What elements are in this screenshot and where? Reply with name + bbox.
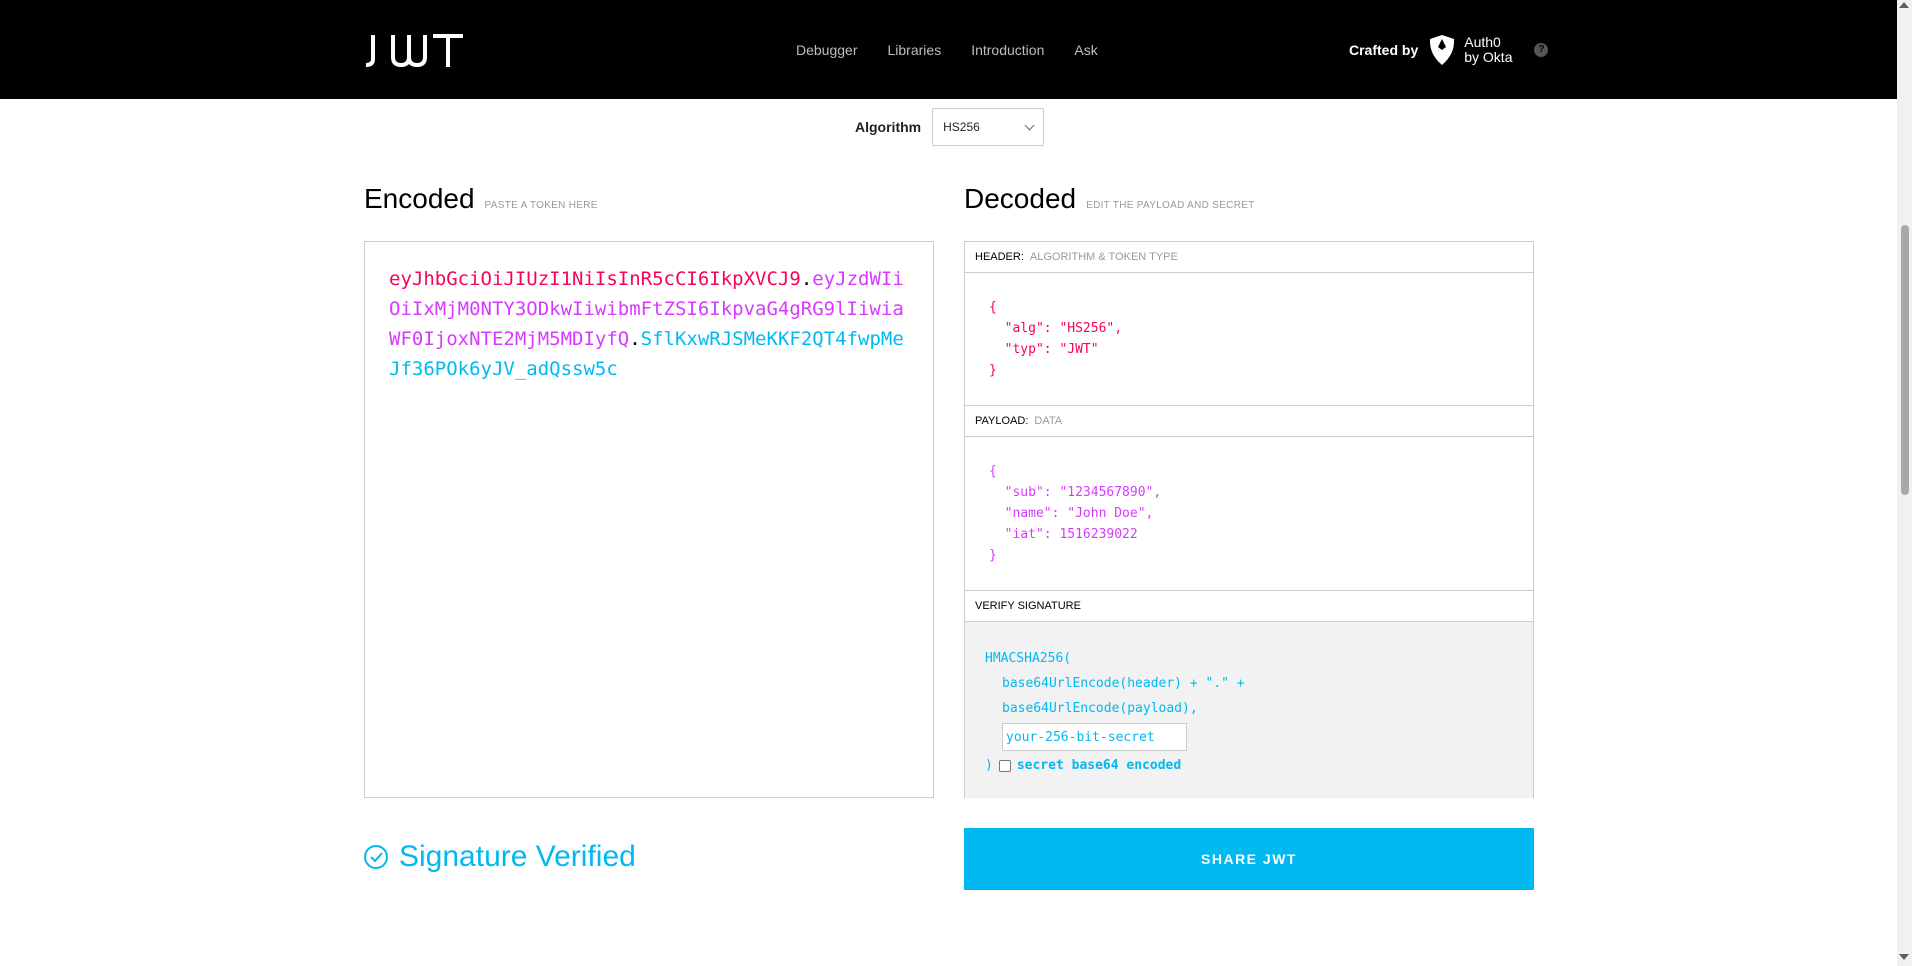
encoded-hint: PASTE A TOKEN HERE [484, 200, 598, 211]
share-jwt-button[interactable]: SHARE JWT [964, 828, 1534, 890]
encoded-heading: Encoded PASTE A TOKEN HERE [364, 183, 598, 215]
algorithm-selector: Algorithm HS256 [855, 108, 1045, 146]
auth0-brand-text: Auth0 by Okta [1464, 33, 1513, 65]
check-circle-icon [364, 845, 388, 869]
algorithm-dropdown[interactable]: HS256 [932, 108, 1045, 146]
decoded-hint: EDIT THE PAYLOAD AND SECRET [1086, 200, 1255, 211]
brand-line-1: Auth0 [1464, 33, 1501, 50]
token-header-part: eyJhbGciOiJIUzI1NiIsInR5cCI6IkpXVCJ9 [389, 268, 801, 290]
nav-introduction[interactable]: Introduction [971, 42, 1044, 58]
json-line: "sub": "1234567890", [989, 485, 1162, 500]
encoded-title: Encoded [364, 183, 475, 214]
json-line: { [989, 300, 997, 315]
jwt-logo-icon [365, 34, 463, 67]
scroll-up-arrow-icon[interactable] [1899, 2, 1909, 8]
signature-section-title: VERIFY SIGNATURE [965, 591, 1533, 622]
crafted-by: Crafted by Auth0 by Okta ? [1349, 0, 1549, 99]
algorithm-selected-value: HS256 [943, 120, 980, 134]
signature-verified-text: Signature Verified [399, 840, 636, 873]
payload-json-editor[interactable]: { "sub": "1234567890", "name": "John Doe… [965, 437, 1533, 591]
signature-line-2: base64UrlEncode(header) + "." + [1002, 676, 1245, 691]
token-dot: . [629, 328, 641, 350]
json-line: "typ": "JWT" [989, 342, 1099, 357]
algorithm-label: Algorithm [855, 119, 922, 135]
decoded-heading: Decoded EDIT THE PAYLOAD AND SECRET [964, 183, 1255, 215]
signature-line-1: HMACSHA256( [985, 651, 1072, 666]
signature-line-3: base64UrlEncode(payload), [1002, 701, 1198, 716]
crafted-by-label: Crafted by [1349, 41, 1419, 58]
signature-verified-status: Signature Verified [363, 840, 636, 874]
base64-encoded-label[interactable]: secret base64 encoded [1017, 753, 1181, 778]
token-dot: . [800, 268, 813, 290]
scroll-down-arrow-icon[interactable] [1899, 954, 1909, 960]
json-line: } [989, 363, 997, 378]
header-json-editor[interactable]: { "alg": "HS256", "typ": "JWT" } [965, 273, 1533, 406]
header-section-label: HEADER: [975, 251, 1024, 263]
payload-section-label: PAYLOAD: [975, 415, 1029, 427]
main-nav: Debugger Libraries Introduction Ask [796, 0, 1098, 99]
chevron-down-icon [1024, 120, 1035, 130]
decoded-title: Decoded [964, 183, 1077, 214]
secret-input[interactable]: your-256-bit-secret [1002, 723, 1187, 751]
top-navbar: Debugger Libraries Introduction Ask Craf… [0, 0, 1897, 99]
nav-ask[interactable]: Ask [1074, 42, 1097, 58]
json-line: "alg": "HS256", [989, 321, 1123, 336]
signature-closing-row: ) secret base64 encoded [985, 753, 1513, 778]
payload-section-title: PAYLOAD: DATA [965, 406, 1533, 437]
help-icon[interactable]: ? [1534, 42, 1549, 57]
base64-encoded-checkbox[interactable] [998, 759, 1011, 772]
json-line: } [989, 548, 997, 563]
encoded-token-editor[interactable]: eyJhbGciOiJIUzI1NiIsInR5cCI6IkpXVCJ9.eyJ… [364, 241, 934, 798]
auth0-link[interactable]: Auth0 by Okta [1428, 34, 1512, 66]
header-section-sublabel: ALGORITHM & TOKEN TYPE [1029, 251, 1178, 263]
verify-signature-block: HMACSHA256( base64UrlEncode(header) + ".… [965, 622, 1533, 798]
json-line: "iat": 1516239022 [989, 527, 1138, 542]
json-line: "name": "John Doe", [989, 506, 1154, 521]
jwt-logo[interactable] [363, 33, 465, 67]
nav-libraries[interactable]: Libraries [888, 42, 942, 58]
json-line: { [989, 464, 997, 479]
scrollbar-thumb[interactable] [1901, 225, 1909, 495]
signature-section-label: VERIFY SIGNATURE [975, 600, 1081, 612]
header-section-title: HEADER: ALGORITHM & TOKEN TYPE [965, 242, 1533, 273]
brand-line-2: by Okta [1464, 48, 1513, 65]
payload-section-sublabel: DATA [1034, 415, 1063, 427]
nav-debugger[interactable]: Debugger [796, 42, 858, 58]
signature-close-paren: ) [985, 758, 993, 773]
auth0-shield-icon [1430, 34, 1455, 65]
decoded-panel: HEADER: ALGORITHM & TOKEN TYPE { "alg": … [964, 241, 1534, 798]
